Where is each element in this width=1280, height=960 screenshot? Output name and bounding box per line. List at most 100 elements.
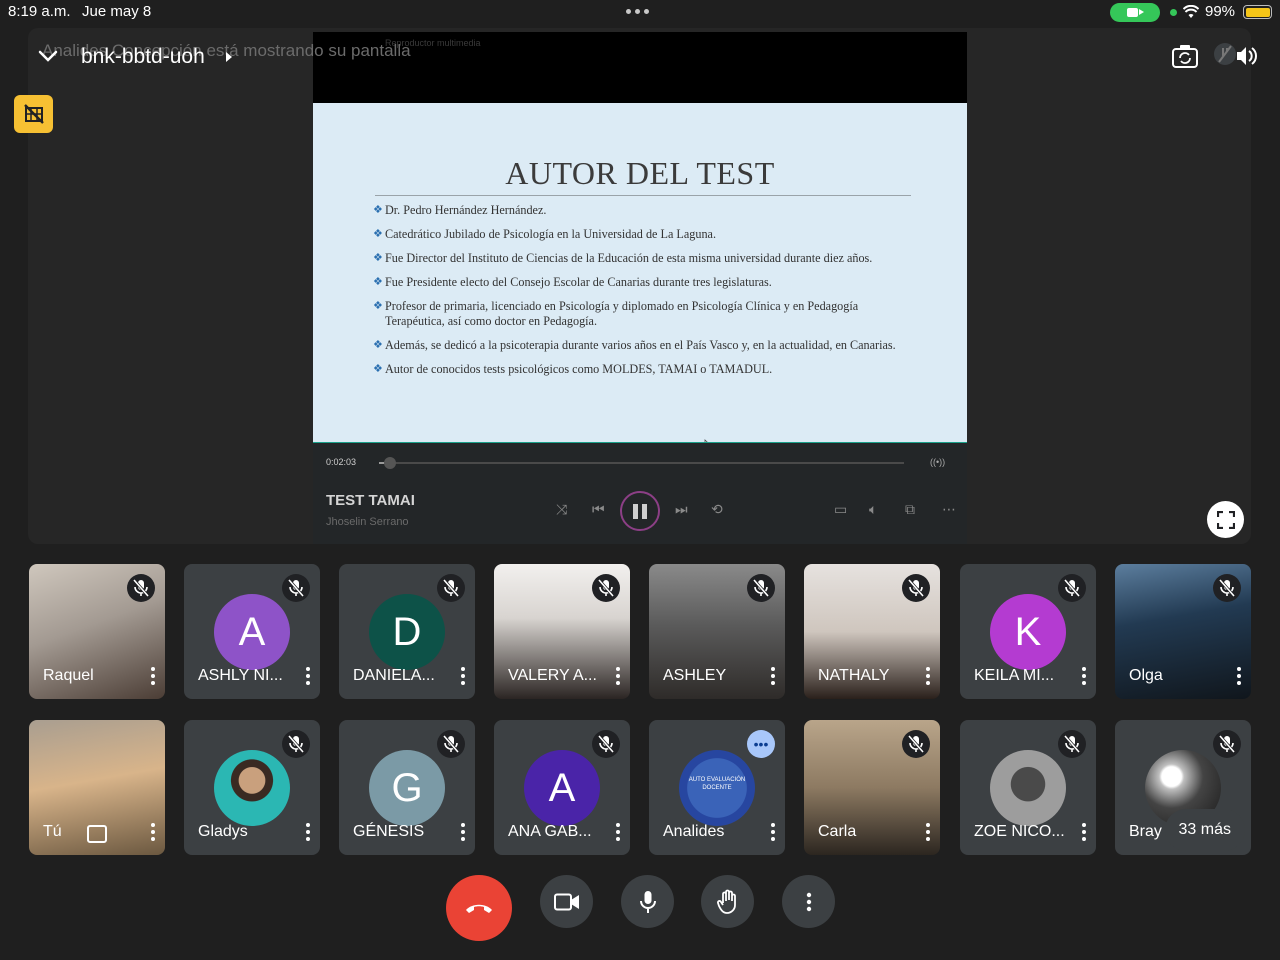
- leave-call-button[interactable]: [446, 875, 512, 941]
- status-bar: 8:19 a.m. Jue may 8 99%: [0, 0, 1280, 24]
- previous-icon[interactable]: ⏮: [592, 501, 605, 518]
- more-vert-icon[interactable]: [1081, 823, 1087, 841]
- participant-tile[interactable]: VALERY A...: [494, 564, 630, 699]
- more-vert-icon[interactable]: [1236, 667, 1242, 685]
- more-vert-icon[interactable]: [305, 667, 311, 685]
- more-actions-button[interactable]: [782, 875, 835, 928]
- more-participants-pill[interactable]: 33 más: [1164, 809, 1245, 851]
- more-vert-icon[interactable]: [615, 667, 621, 685]
- camera-in-use-icon: [1110, 3, 1160, 22]
- pinned-presentation-badge[interactable]: [14, 95, 53, 133]
- participant-name: ANA GAB...: [508, 823, 592, 840]
- participant-tile[interactable]: K KEILA MI...: [960, 564, 1096, 699]
- mic-off-icon: [1058, 574, 1086, 602]
- participant-tile[interactable]: D DANIELA...: [339, 564, 475, 699]
- mic-off-icon: [1213, 574, 1241, 602]
- multitasking-dots-icon[interactable]: [626, 9, 649, 14]
- captions-icon[interactable]: ▭: [834, 501, 847, 518]
- logo-text: AUTO EVALUACIÓN DOCENTE: [688, 777, 746, 791]
- status-time: 8:19 a.m.: [8, 3, 71, 20]
- participant-tile[interactable]: ZOE NICO...: [960, 720, 1096, 855]
- participant-name: GÉNESIS: [353, 823, 425, 840]
- participant-name: Bray: [1129, 823, 1162, 840]
- audio-output-icon[interactable]: [1213, 42, 1261, 70]
- battery-icon: [1243, 5, 1272, 19]
- participant-tile[interactable]: AUTO EVALUACIÓN DOCENTE ••• Analides: [649, 720, 785, 855]
- cast-icon[interactable]: ((•)): [930, 457, 945, 467]
- participant-tile[interactable]: Raquel: [29, 564, 165, 699]
- slide-divider: [375, 195, 911, 196]
- more-vert-icon[interactable]: [305, 823, 311, 841]
- slide-bullet: Profesor de primaria, licenciado en Psic…: [373, 299, 913, 328]
- avatar: [990, 750, 1066, 826]
- mic-off-icon: [902, 574, 930, 602]
- participant-tile[interactable]: Olga: [1115, 564, 1251, 699]
- seek-bar[interactable]: [379, 457, 904, 469]
- more-vert-icon[interactable]: [460, 823, 466, 841]
- participant-tile[interactable]: Carla: [804, 720, 940, 855]
- participant-tile[interactable]: ASHLEY: [649, 564, 785, 699]
- slide-bullet: Fue Presidente electo del Consejo Escola…: [373, 275, 913, 290]
- participant-name: Analides: [663, 823, 725, 840]
- participant-name: ZOE NICO...: [974, 823, 1065, 840]
- more-vert-icon[interactable]: [770, 823, 776, 841]
- no-grid-icon: [23, 104, 44, 124]
- participant-name: KEILA MI...: [974, 667, 1055, 684]
- more-vert-icon: [806, 892, 811, 911]
- raise-hand-button[interactable]: [701, 875, 754, 928]
- participant-tile[interactable]: G GÉNESIS: [339, 720, 475, 855]
- more-vert-icon[interactable]: [150, 667, 156, 685]
- more-vert-icon[interactable]: [1081, 667, 1087, 685]
- effects-icon[interactable]: [87, 825, 107, 843]
- more-vert-icon[interactable]: [770, 667, 776, 685]
- participant-name: NATHALY: [818, 667, 890, 684]
- miniplayer-icon[interactable]: ⧉: [905, 501, 915, 518]
- participant-name: ASHLY NI...: [198, 667, 283, 684]
- mic-off-icon: [592, 730, 620, 758]
- mic-off-icon: [747, 574, 775, 602]
- fullscreen-button[interactable]: [1207, 501, 1244, 538]
- more-options-icon[interactable]: ⋯: [942, 501, 956, 518]
- chevron-down-icon[interactable]: [38, 47, 58, 65]
- next-icon[interactable]: ⏭: [675, 501, 688, 518]
- slide-bullet: Fue Director del Instituto de Ciencias d…: [373, 251, 913, 266]
- status-date: Jue may 8: [82, 3, 152, 20]
- more-vert-icon[interactable]: [925, 823, 931, 841]
- mic-off-icon: [437, 574, 465, 602]
- participant-tile[interactable]: Bray 33 más: [1115, 720, 1251, 855]
- camera-toggle-button[interactable]: [540, 875, 593, 928]
- participant-tile[interactable]: A ASHLY NI...: [184, 564, 320, 699]
- participant-tile[interactable]: Tú: [29, 720, 165, 855]
- microphone-toggle-button[interactable]: [621, 875, 674, 928]
- shuffle-icon[interactable]: ⤨: [556, 501, 567, 518]
- more-vert-icon[interactable]: [150, 823, 156, 841]
- participant-name: DANIELA...: [353, 667, 435, 684]
- raise-hand-icon: [716, 889, 736, 914]
- participant-tile[interactable]: Gladys: [184, 720, 320, 855]
- wifi-icon: [1183, 5, 1199, 18]
- mic-off-icon: [282, 730, 310, 758]
- microphone-icon: [639, 890, 656, 913]
- volume-icon[interactable]: 🔈︎: [869, 501, 877, 518]
- meeting-code[interactable]: bnk-bbtd-uoh: [81, 45, 205, 69]
- mic-off-icon: [1058, 730, 1086, 758]
- more-vert-icon[interactable]: [460, 667, 466, 685]
- mic-off-icon: [1213, 730, 1241, 758]
- fullscreen-icon: [1216, 510, 1235, 529]
- slide: AUTOR DEL TEST Dr. Pedro Hernández Herná…: [313, 103, 967, 454]
- participant-tile[interactable]: A ANA GAB...: [494, 720, 630, 855]
- pause-button[interactable]: [620, 491, 660, 531]
- avatar: [214, 750, 290, 826]
- participant-tile[interactable]: NATHALY: [804, 564, 940, 699]
- mic-off-icon: [127, 574, 155, 602]
- more-vert-icon[interactable]: [615, 823, 621, 841]
- switch-camera-icon[interactable]: [1170, 42, 1200, 70]
- reaction-more-icon[interactable]: •••: [747, 730, 775, 758]
- seek-thumb[interactable]: [383, 457, 396, 469]
- battery-percent: 99%: [1205, 3, 1236, 20]
- repeat-off-icon[interactable]: ⟲: [711, 501, 723, 518]
- participant-name: VALERY A...: [508, 667, 597, 684]
- caret-right-icon[interactable]: [226, 52, 232, 62]
- mic-off-icon: [592, 574, 620, 602]
- more-vert-icon[interactable]: [925, 667, 931, 685]
